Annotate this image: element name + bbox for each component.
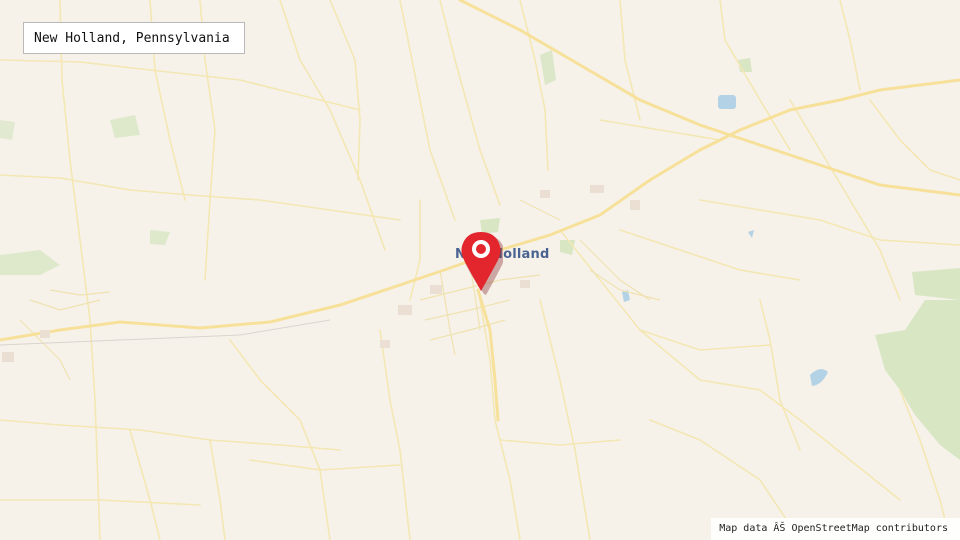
map-attribution: Map data ÂŠ OpenStreetMap contributors (711, 518, 960, 540)
map-pin-icon[interactable] (459, 229, 503, 295)
map-title: New Holland, Pennsylvania (23, 22, 245, 54)
